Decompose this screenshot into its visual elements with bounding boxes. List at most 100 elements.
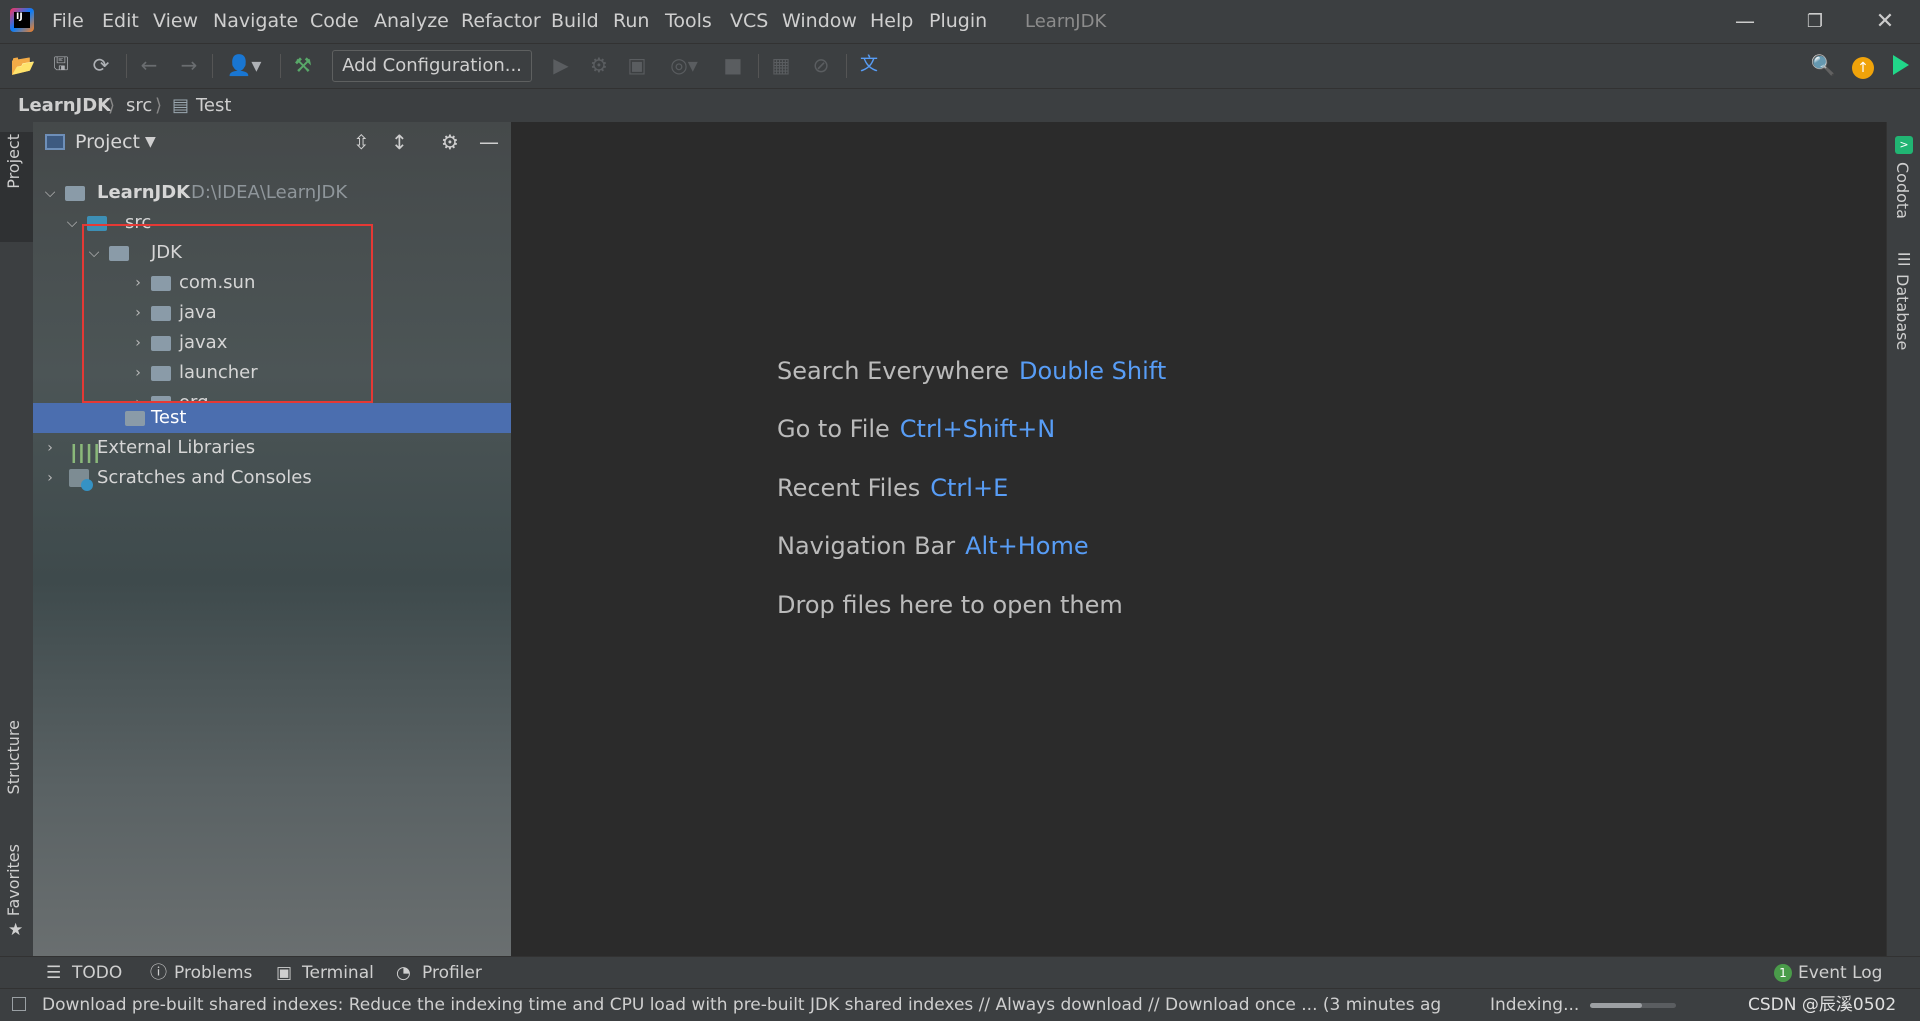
update-icon[interactable]: ↑ xyxy=(1848,50,1878,80)
back-icon[interactable]: ← xyxy=(134,50,164,80)
forward-icon[interactable]: → xyxy=(174,50,204,80)
event-count-badge: 1 xyxy=(1774,964,1792,982)
tab-terminal[interactable]: Terminal xyxy=(302,957,374,989)
tab-codota[interactable]: Codota xyxy=(1893,162,1912,219)
project-view-selector[interactable]: Project xyxy=(75,122,140,162)
chevron-down-icon[interactable]: ▼ xyxy=(145,122,156,162)
menu-view[interactable]: View xyxy=(153,0,198,43)
tree-row-external-libraries[interactable]: › ┃┃┃┃ External Libraries xyxy=(33,433,511,463)
project-panel-header: Project ▼ ⇳ ↕ ⚙ — xyxy=(33,122,511,162)
project-view-icon xyxy=(45,134,65,150)
codota-icon: > xyxy=(1895,136,1913,154)
menu-edit[interactable]: Edit xyxy=(102,0,139,43)
watermark: CSDN @辰溪0502 xyxy=(1748,995,1897,1015)
tab-structure[interactable]: Structure xyxy=(4,720,23,794)
chevron-down-icon[interactable]: ⌵ xyxy=(64,208,80,238)
menu-vcs[interactable]: VCS xyxy=(730,0,768,43)
database-icon: ☰ xyxy=(1897,250,1912,269)
hint-drop-files: Drop files here to open them xyxy=(777,591,1123,619)
project-structure-icon[interactable]: ▦ xyxy=(766,50,796,80)
breadcrumb: LearnJDK ⟩ src ⟩ ▤ Test xyxy=(0,88,1920,124)
tree-row-project-root[interactable]: ⌵ LearnJDK D:\IDEA\LearnJDK xyxy=(33,178,511,208)
save-icon[interactable]: 🖫 xyxy=(46,50,76,80)
folder-icon: ▤ xyxy=(172,95,190,116)
tab-profiler[interactable]: Profiler xyxy=(422,957,482,989)
gear-icon[interactable]: ⚙ xyxy=(441,122,459,162)
tree-row-scratches[interactable]: › Scratches and Consoles xyxy=(33,463,511,493)
menu-refactor[interactable]: Refactor xyxy=(461,0,541,43)
hint-navigation-bar: Navigation Bar Alt+Home xyxy=(777,532,1089,560)
editor-empty-area: Search Everywhere Double Shift Go to File… xyxy=(512,122,1886,956)
user-icon[interactable]: 👤▾ xyxy=(222,50,266,80)
close-icon[interactable]: ✕ xyxy=(1855,0,1915,43)
terminal-icon: ▣ xyxy=(276,963,293,983)
restore-icon[interactable]: ❐ xyxy=(1785,0,1845,43)
stop-icon[interactable]: ■ xyxy=(718,50,748,80)
indexing-label: Indexing... xyxy=(1490,995,1580,1015)
breadcrumb-src[interactable]: src xyxy=(126,89,152,123)
chevron-right-icon[interactable]: › xyxy=(42,433,58,463)
profile-icon[interactable]: ◎▾ xyxy=(660,50,708,80)
coverage-icon[interactable]: ▣ xyxy=(622,50,652,80)
menu-tools[interactable]: Tools xyxy=(665,0,712,43)
hint-go-to-file: Go to File Ctrl+Shift+N xyxy=(777,415,1056,443)
menu-analyze[interactable]: Analyze xyxy=(374,0,449,43)
minimize-icon[interactable]: — xyxy=(1715,0,1775,43)
chevron-right-icon[interactable]: › xyxy=(42,463,58,493)
sync-icon[interactable]: ⟳ xyxy=(86,50,116,80)
problems-icon: ⓘ xyxy=(150,963,167,983)
package-icon xyxy=(125,411,145,426)
star-icon: ★ xyxy=(8,920,24,940)
jetbrains-toolbox-icon[interactable] xyxy=(1886,50,1916,80)
right-tool-stripe: > Codota ☰ Database xyxy=(1886,122,1920,956)
chevron-down-icon[interactable]: ⌵ xyxy=(42,178,58,208)
window-title: LearnJDK xyxy=(1025,11,1107,32)
folder-open-icon[interactable]: 📂 xyxy=(8,50,38,80)
hide-icon[interactable]: — xyxy=(479,122,499,162)
menu-code[interactable]: Code xyxy=(310,0,359,43)
status-bar: Download pre-built shared indexes: Reduc… xyxy=(0,988,1920,1021)
title-bar: IJ File Edit View Navigate Code Analyze … xyxy=(0,0,1920,43)
project-path: D:\IDEA\LearnJDK xyxy=(191,182,348,203)
highlight-box xyxy=(82,224,373,403)
tab-event-log[interactable]: Event Log xyxy=(1798,957,1882,989)
collapse-all-icon[interactable]: ↕ xyxy=(391,122,408,162)
menu-plugin[interactable]: Plugin xyxy=(929,0,987,43)
tab-database[interactable]: Database xyxy=(1893,274,1912,350)
menu-run[interactable]: Run xyxy=(613,0,649,43)
status-message[interactable]: Download pre-built shared indexes: Reduc… xyxy=(42,989,1462,1021)
tree-row-test-selected[interactable]: Test xyxy=(33,403,511,433)
debug-icon[interactable]: ⚙ xyxy=(584,50,614,80)
breadcrumb-test[interactable]: Test xyxy=(196,89,231,123)
menu-build[interactable]: Build xyxy=(551,0,599,43)
cancel-icon[interactable]: ⊘ xyxy=(806,50,836,80)
chevron-right-icon: ⟩ xyxy=(155,95,163,116)
run-icon[interactable]: ▶ xyxy=(546,50,576,80)
profiler-icon: ◔ xyxy=(396,963,411,983)
menu-navigate[interactable]: Navigate xyxy=(213,0,298,43)
tree-label: Scratches and Consoles xyxy=(97,467,312,488)
breadcrumb-project[interactable]: LearnJDK xyxy=(18,89,111,123)
add-configuration-button[interactable]: Add Configuration... xyxy=(332,50,532,82)
tab-project[interactable]: Project xyxy=(4,134,23,189)
left-tool-stripe: Project Structure Favorites ★ xyxy=(0,122,34,956)
tree-label: LearnJDK xyxy=(97,182,191,203)
tab-todo[interactable]: TODO xyxy=(72,957,122,989)
todo-icon: ☰ xyxy=(46,963,62,983)
menu-window[interactable]: Window xyxy=(782,0,857,43)
tab-favorites[interactable]: Favorites xyxy=(4,844,23,916)
tab-problems[interactable]: Problems xyxy=(174,957,252,989)
menu-file[interactable]: File xyxy=(52,0,84,43)
translate-icon[interactable]: 文 xyxy=(854,50,884,80)
menu-help[interactable]: Help xyxy=(870,0,913,43)
tree-label: Test xyxy=(151,407,187,428)
bottom-tool-bar: ☰ TODO ⓘ Problems ▣ Terminal ◔ Profiler … xyxy=(0,956,1920,989)
chevron-right-icon: ⟩ xyxy=(108,95,116,116)
search-icon[interactable]: 🔍 xyxy=(1808,50,1838,80)
build-hammer-icon[interactable]: ⚒ xyxy=(288,50,318,80)
tool-windows-icon[interactable] xyxy=(12,997,26,1011)
main-toolbar: 📂 🖫 ⟳ ← → 👤▾ ⚒ Add Configuration... ▶ ⚙ … xyxy=(0,43,1920,88)
expand-all-icon[interactable]: ⇳ xyxy=(353,122,370,162)
hint-search-everywhere: Search Everywhere Double Shift xyxy=(777,357,1167,385)
scratches-icon xyxy=(69,469,93,491)
